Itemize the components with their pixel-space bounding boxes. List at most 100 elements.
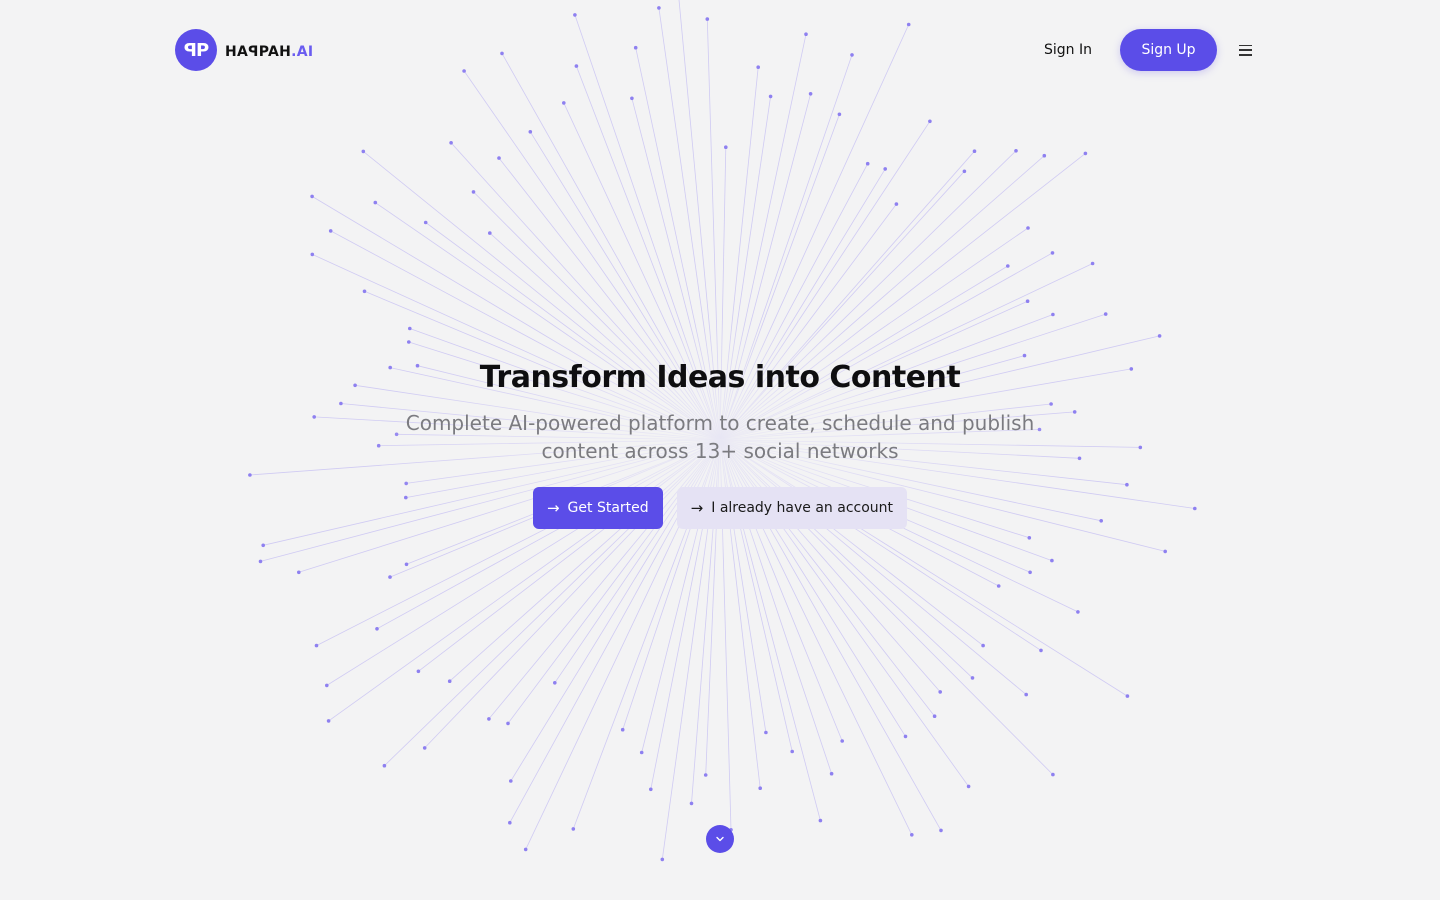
burst-dot [1090,261,1095,266]
arrow-right-icon: → [546,498,560,517]
burst-dot [297,570,301,575]
hamburger-menu-icon[interactable] [1239,44,1252,56]
burst-dot [404,562,409,567]
burst-dot [703,773,708,777]
sign-up-button[interactable]: Sign Up [1120,29,1217,71]
burst-dot [660,857,665,862]
hero-title: Transform Ideas into Content [479,360,961,395]
burst-dot [649,787,653,792]
nav-actions: Sign In Sign Up [1044,29,1252,71]
burst-dot [865,161,870,166]
burst-dot [689,801,694,806]
burst-dot [894,202,899,206]
burst-dot [310,252,315,257]
brand[interactable]: ꟼP HAꟼPAH.AI [175,29,313,71]
hero-subtitle: Complete AI-powered platform to create, … [405,411,1035,463]
burst-dot [1014,149,1018,153]
burst-dot [1051,772,1055,777]
burst-dot [981,643,985,648]
burst-dot [764,730,768,735]
burst-dot [630,96,634,101]
burst-dot [758,786,762,790]
burst-dot [1022,353,1027,358]
burst-dot [487,717,491,721]
burst-dot [962,169,967,174]
burst-dot [1157,334,1162,338]
burst-dot [829,771,834,776]
get-started-button[interactable]: → Get Started [532,487,663,529]
burst-dot [724,145,728,149]
burst-dot [906,22,911,27]
burst-dot [705,17,710,21]
burst-dot [808,92,813,96]
arrow-right-icon: → [690,498,704,517]
chevron-down-icon [716,836,724,842]
burst-dot [1028,570,1032,575]
sign-in-button[interactable]: Sign In [1044,42,1092,58]
burst-dot [840,739,844,743]
burst-dot [939,828,943,833]
burst-dot [1026,226,1030,230]
burst-dot [1042,153,1047,158]
existing-account-button[interactable]: → I already have an account [676,487,908,529]
burst-dot [1163,549,1167,554]
burst-dot [903,734,908,739]
burst-dot [883,167,887,171]
burst-dot [314,643,319,648]
burst-dot [375,627,379,631]
burst-dot [970,676,975,680]
burst-dot [1050,558,1054,563]
burst-dot [447,679,452,683]
burst-dot [837,112,842,117]
burst-dot [258,559,263,564]
burst-dot [509,779,513,783]
burst-dot [1027,536,1032,540]
burst-dot [408,326,412,331]
burst-dot [768,94,773,99]
burst-dot [562,101,566,105]
burst-dot [1051,312,1055,317]
burst-dot [373,200,378,205]
burst-dot [928,119,932,124]
scroll-down-button[interactable] [706,825,734,853]
burst-dot [488,231,492,235]
burst-dot [523,847,528,852]
brand-suffix: .AI [291,43,314,60]
burst-dot [1076,610,1080,614]
burst-dot [573,13,577,17]
burst-dot [639,750,644,755]
hero-actions: → Get Started → I already have an accoun… [0,487,1440,529]
burst-dot [932,714,937,718]
burst-dot [388,575,392,579]
get-started-label: Get Started [567,500,649,516]
top-nav: ꟼP HAꟼPAH.AI Sign In Sign Up [175,28,1252,72]
burst-dot [1006,264,1010,268]
burst-dot [528,130,533,134]
logo-icon: ꟼP [175,29,217,71]
burst-dot [422,746,427,750]
burst-dot [818,818,823,823]
brand-name: HAꟼPAH.AI [225,41,313,60]
burst-dot [972,149,977,153]
burst-dot [506,721,510,726]
burst-dot [362,289,367,294]
burst-dot [996,584,1001,588]
burst-dot [1083,151,1088,156]
burst-dot [553,681,557,685]
landing-page: ꟼP HAꟼPAH.AI Sign In Sign Up Transform I… [0,0,1440,900]
burst-dot [938,690,942,694]
burst-dot [423,220,428,225]
burst-dot [310,194,314,199]
burst-dot [1050,251,1055,255]
burst-dot [966,784,971,789]
burst-dot [910,833,914,837]
burst-dot [1039,648,1043,653]
burst-dot [328,229,333,233]
burst-dot [508,820,512,825]
existing-account-label: I already have an account [711,500,894,516]
burst-dot [261,543,266,548]
burst-dot [416,669,421,674]
hero-section: Transform Ideas into Content Complete AI… [0,360,1440,529]
burst-dot [1125,694,1130,698]
burst-dot [497,156,501,160]
